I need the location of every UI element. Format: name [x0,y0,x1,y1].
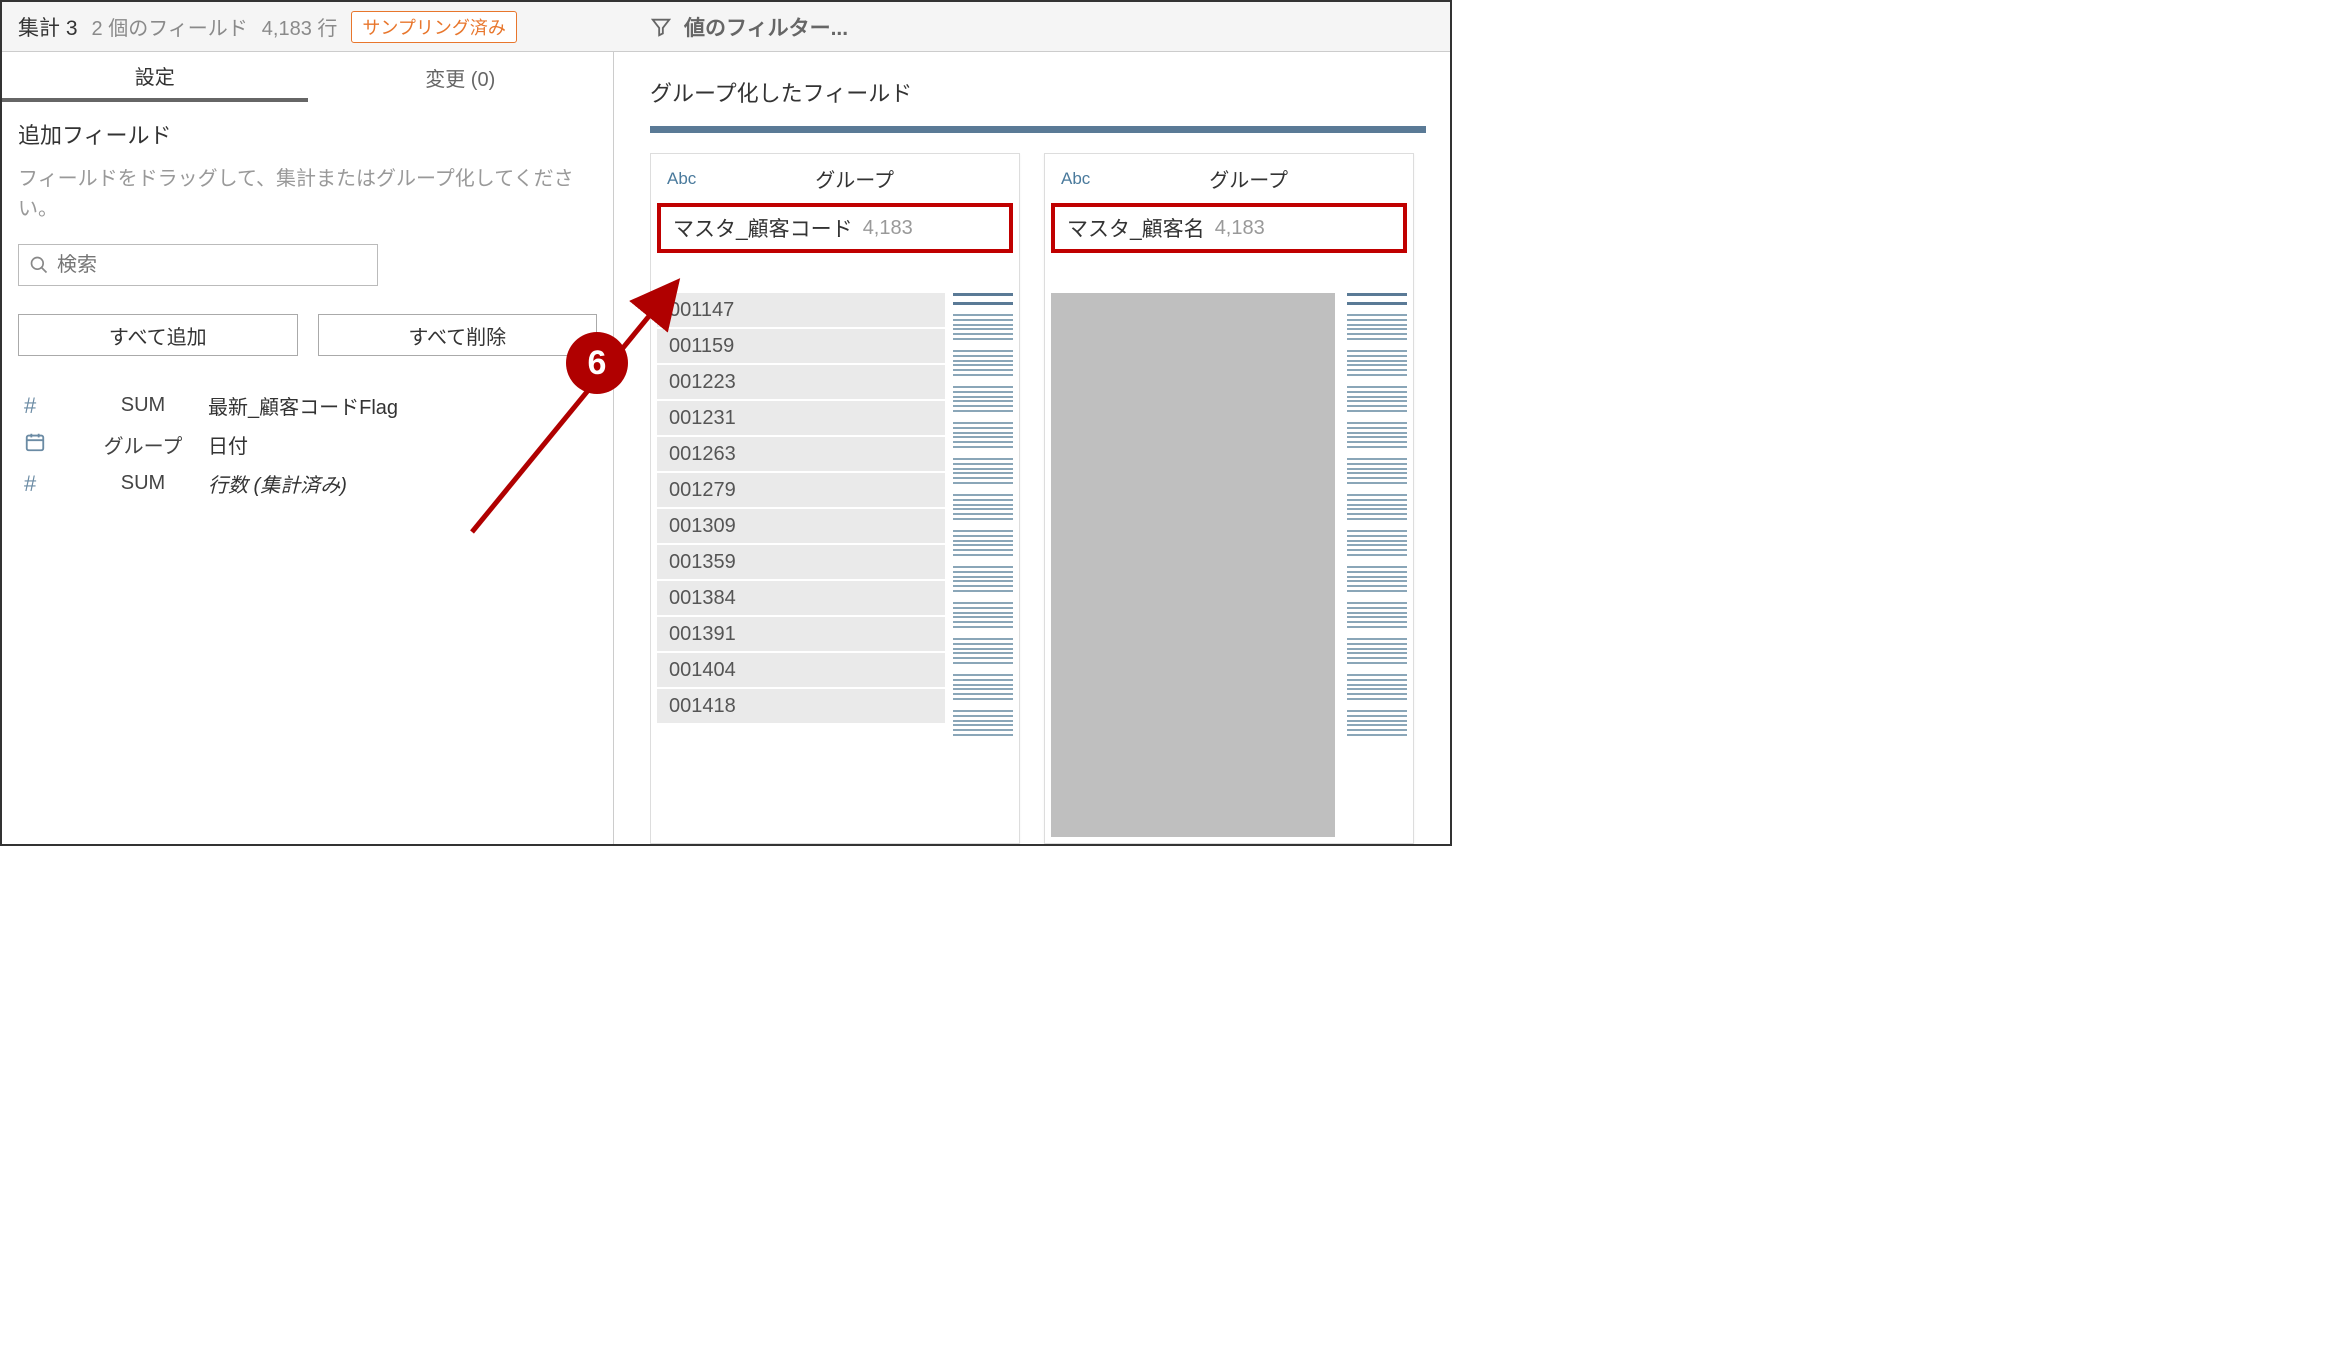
field-count: 4,183 [1215,217,1265,240]
button-row: すべて追加 すべて削除 [18,314,597,356]
agg-label: グループ [78,430,208,459]
left-content: 追加フィールド フィールドをドラッグして、集計またはグループ化してください。 す… [2,102,613,503]
spark-row [1347,705,1407,741]
group-card[interactable]: Abc グループ マスタ_顧客コード 4,183 001147001159001… [650,153,1020,844]
field-name: 日付 [208,430,248,459]
additional-fields-title: 追加フィールド [18,118,597,150]
spark-row [1347,525,1407,561]
spark-row [1347,417,1407,453]
abc-type-icon: Abc [667,169,696,189]
card-header: Abc グループ [1045,154,1413,203]
tab-settings[interactable]: 設定 [2,52,308,102]
number-icon: # [18,393,78,419]
spark-row [953,453,1013,489]
value-row[interactable]: 001263 [657,437,945,473]
main: 設定 変更 (0) 追加フィールド フィールドをドラッグして、集計またはグループ… [2,52,1450,844]
field-list: # SUM 最新_顧客コードFlag グループ 日付 # SUM 行数 (集計済… [18,386,597,503]
value-list: 0011470011590012230012310012630012790013… [657,293,945,837]
value-row[interactable]: 001223 [657,365,945,401]
spark-row [1347,633,1407,669]
spark-row [953,345,1013,381]
agg-label: SUM [78,394,208,417]
right-pane: グループ化したフィールド Abc グループ マスタ_顧客コード 4,183 00… [614,52,1450,844]
tabs: 設定 変更 (0) [2,52,613,102]
spark-row [1347,345,1407,381]
highlight-box: マスタ_顧客コード 4,183 [657,203,1013,253]
search-input[interactable] [57,254,367,277]
highlight-box: マスタ_顧客名 4,183 [1051,203,1407,253]
number-icon: # [18,471,78,497]
field-name: 最新_顧客コードFlag [208,391,398,420]
spark-row [953,309,1013,345]
value-row[interactable]: 001147 [657,293,945,329]
spark-row [953,525,1013,561]
value-row[interactable]: 001309 [657,509,945,545]
spark-row [1347,309,1407,345]
cards: Abc グループ マスタ_顧客コード 4,183 001147001159001… [650,153,1426,844]
spark-row [953,417,1013,453]
grouped-fields-title: グループ化したフィールド [650,76,1426,108]
abc-type-icon: Abc [1061,169,1090,189]
row-count: 4,183 行 [262,12,338,41]
field-count: 4,183 [863,217,913,240]
spark-row [953,381,1013,417]
value-row[interactable]: 001404 [657,653,945,689]
value-row[interactable]: 001391 [657,617,945,653]
value-row[interactable]: 001159 [657,329,945,365]
group-label: グループ [736,164,973,193]
spark-header [1347,293,1407,305]
histogram [953,293,1013,837]
spark-header [953,293,1013,305]
spark-row [953,489,1013,525]
top-right: 値のフィルター... [630,12,848,42]
value-row[interactable]: 001418 [657,689,945,725]
spark-row [1347,561,1407,597]
spark-row [953,705,1013,741]
sampled-badge: サンプリング済み [351,11,516,43]
field-row[interactable]: グループ 日付 [18,425,597,464]
value-row[interactable]: 001384 [657,581,945,617]
group-card[interactable]: Abc グループ マスタ_顧客名 4,183 [1044,153,1414,844]
date-icon [18,431,78,459]
field-title: マスタ_顧客コード [673,213,853,243]
hint-text: フィールドをドラッグして、集計またはグループ化してください。 [18,164,597,224]
top-left: 集計 3 2 個のフィールド 4,183 行 サンプリング済み [18,11,630,43]
field-name: 行数 (集計済み) [208,469,347,498]
spark-row [1347,597,1407,633]
value-row[interactable]: 001231 [657,401,945,437]
filter-label[interactable]: 値のフィルター... [684,12,848,42]
card-body [1045,293,1413,843]
field-title: マスタ_顧客名 [1067,213,1205,243]
divider [650,126,1426,133]
spark-row [1347,489,1407,525]
spark-row [953,669,1013,705]
annotation-badge: 6 [566,332,628,394]
spark-row [953,561,1013,597]
add-all-button[interactable]: すべて追加 [18,314,298,356]
search-box[interactable] [18,244,378,286]
spark-row [1347,669,1407,705]
card-body: 0011470011590012230012310012630012790013… [651,293,1019,843]
step-name: 集計 3 [18,12,78,42]
left-pane: 設定 変更 (0) 追加フィールド フィールドをドラッグして、集計またはグループ… [2,52,614,844]
filter-icon[interactable] [650,16,672,38]
group-label: グループ [1130,164,1367,193]
field-count: 2 個のフィールド [92,12,248,41]
spark-row [953,633,1013,669]
value-row[interactable]: 001279 [657,473,945,509]
field-row[interactable]: # SUM 最新_顧客コードFlag [18,386,597,425]
field-row[interactable]: # SUM 行数 (集計済み) [18,464,597,503]
remove-all-button[interactable]: すべて削除 [318,314,598,356]
value-row[interactable]: 001359 [657,545,945,581]
histogram [1347,293,1407,837]
top-bar: 集計 3 2 個のフィールド 4,183 行 サンプリング済み 値のフィルター.… [2,2,1450,52]
spark-row [1347,381,1407,417]
search-icon [29,255,49,275]
card-header: Abc グループ [651,154,1019,203]
spark-row [953,597,1013,633]
tab-changes[interactable]: 変更 (0) [308,52,614,102]
spark-row [1347,453,1407,489]
redacted-block [1051,293,1335,837]
agg-label: SUM [78,472,208,495]
